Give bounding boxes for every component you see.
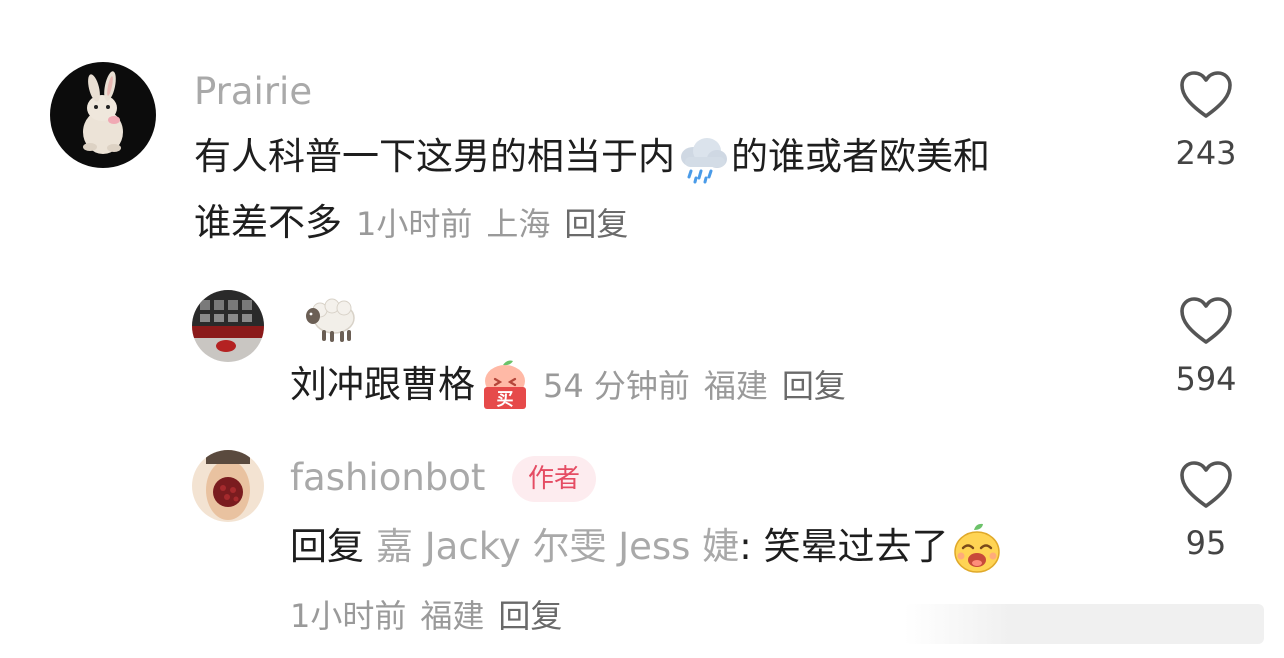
- like-button[interactable]: 95: [1146, 460, 1266, 562]
- comment-text-part: 刘冲跟曹格: [290, 363, 475, 406]
- heart-icon: [1180, 461, 1232, 508]
- comment-text-part: 谁差不多: [194, 201, 342, 244]
- comment-text-part: 有人科普一下这男的相当于内: [194, 135, 675, 178]
- rabbit-avatar[interactable]: [50, 62, 156, 168]
- comment-text-part: : 笑晕过去了: [739, 525, 949, 568]
- comment-text-line2: 谁差不多 1小时前 上海 回复: [194, 190, 628, 257]
- comment-time: 1小时前: [356, 205, 473, 243]
- comment-location: 福建: [703, 367, 768, 405]
- buy-emoji: 买: [477, 359, 533, 415]
- reply-button[interactable]: 回复: [498, 597, 562, 635]
- like-count: 594: [1175, 360, 1237, 398]
- rain-cloud-emoji: [677, 133, 729, 185]
- laughing-fruit-emoji: [950, 522, 1004, 576]
- author-badge: 作者: [512, 456, 597, 502]
- quoted-username[interactable]: 嘉 Jacky 尔雯 Jess 婕: [376, 525, 739, 568]
- comment-username[interactable]: Prairie: [194, 70, 312, 113]
- like-count: 243: [1175, 134, 1237, 172]
- comment-username[interactable]: fashionbot: [290, 456, 485, 499]
- comment-text: 回复嘉 Jacky 尔雯 Jess 婕: 笑晕过去了: [290, 514, 1006, 580]
- comment-location: 上海: [486, 205, 551, 243]
- grid-photo-avatar[interactable]: [192, 290, 264, 362]
- heart-icon: [1180, 297, 1232, 344]
- comment-meta: 1小时前 福建 回复: [290, 582, 562, 649]
- comment-text: 刘冲跟曹格 买 54 分钟前 福建 回复: [290, 352, 846, 419]
- comment-time: 54 分钟前: [543, 367, 690, 405]
- comment-text-part: 的谁或者欧美和: [731, 135, 990, 178]
- face-avatar[interactable]: [192, 450, 264, 522]
- sheep-emoji: [302, 292, 362, 344]
- reply-button[interactable]: 回复: [782, 367, 846, 405]
- comment-time: 1小时前: [290, 597, 407, 635]
- like-button[interactable]: 243: [1146, 70, 1266, 172]
- comment-2: 刘冲跟曹格 买 54 分钟前 福建 回复 594: [0, 270, 1284, 440]
- reply-prefix: 回复: [290, 525, 364, 568]
- reply-button[interactable]: 回复: [564, 205, 628, 243]
- comment-location: 福建: [420, 597, 485, 635]
- buy-emoji-text: 买: [497, 390, 514, 410]
- like-count: 95: [1185, 524, 1227, 562]
- watermark: [904, 604, 1264, 644]
- comment-text: 有人科普一下这男的相当于内 的谁或者欧美和: [194, 124, 990, 190]
- like-button[interactable]: 594: [1146, 296, 1266, 398]
- comment-1: Prairie 有人科普一下这男的相当于内 的谁或者欧美和 谁差不多 1小时前 上海…: [0, 0, 1284, 260]
- heart-icon: [1180, 71, 1232, 118]
